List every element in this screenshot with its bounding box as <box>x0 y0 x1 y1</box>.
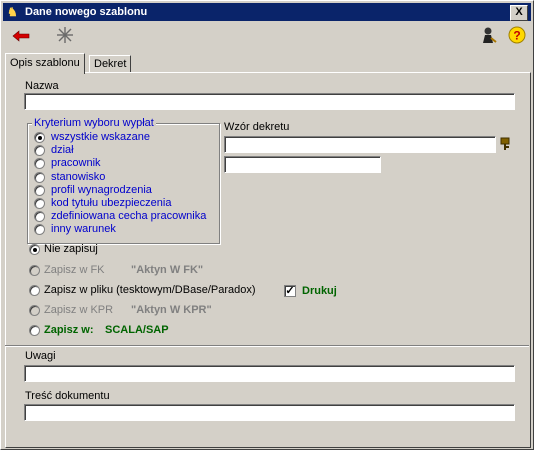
separator <box>5 345 529 347</box>
kryterium-option-label: kod tytułu ubezpieczenia <box>51 197 172 209</box>
radio-zapisz-kpr[interactable] <box>29 305 40 316</box>
drukuj-checkbox[interactable]: ✓ <box>284 285 296 297</box>
nazwa-label-text: Nazwa <box>25 80 59 92</box>
kryterium-radio[interactable] <box>34 184 45 196</box>
sparkle-icon[interactable] <box>53 26 77 48</box>
nazwa-label: Nazwa <box>25 80 59 92</box>
kryterium-radio[interactable] <box>34 171 45 183</box>
aktyn-kpr-note: "Aktyn W KPR" <box>131 304 212 316</box>
tresc-input[interactable] <box>24 404 515 421</box>
toolbar: ? <box>3 23 531 51</box>
radio-zapisz-fk[interactable] <box>29 265 40 276</box>
uwagi-label: Uwagi <box>25 350 56 362</box>
tab-opis-szablonu[interactable]: Opis szablonu <box>5 53 85 74</box>
window-title: Dane nowego szablonu <box>25 6 148 18</box>
kryterium-option-label: stanowisko <box>51 170 106 183</box>
kryterium-legend: Kryterium wyboru wypłat <box>32 117 156 129</box>
kryterium-option-label: wszystkie wskazane <box>51 131 151 143</box>
nie-zapisuj-label: Nie zapisuj <box>44 243 98 255</box>
zapisz-fk-label: Zapisz w FK <box>44 264 105 276</box>
wzor-dekretu-input-2[interactable] <box>224 156 381 173</box>
kryterium-option-label: pracownik <box>51 157 101 170</box>
drukuj-label: Drukuj <box>302 285 337 297</box>
back-arrow-icon[interactable] <box>9 26 33 48</box>
kryterium-option-label: inny warunek <box>51 223 116 236</box>
tresc-label: Treść dokumentu <box>25 390 110 402</box>
title-bar: ♞ Dane nowego szablonu X <box>3 3 531 21</box>
tab-strip: Opis szablonu Dekret <box>5 53 531 74</box>
lookup-icon[interactable] <box>499 137 513 151</box>
close-button[interactable]: X <box>510 5 528 21</box>
app-icon: ♞ <box>7 5 18 19</box>
dialog-window: ♞ Dane nowego szablonu X ? Opis szablonu… <box>0 0 534 450</box>
nazwa-input[interactable] <box>24 93 515 110</box>
wzor-dekretu-input[interactable] <box>224 136 496 153</box>
scala-sap-label: SCALA/SAP <box>105 324 169 336</box>
radio-zapisz-plik[interactable] <box>29 285 40 296</box>
wzor-label: Wzór dekretu <box>224 121 290 133</box>
aktyn-fk-note: "Aktyn W FK" <box>131 264 204 276</box>
kryterium-radio[interactable] <box>34 132 45 143</box>
radio-zapisz-scala[interactable] <box>29 325 40 336</box>
user-icon[interactable] <box>477 26 501 48</box>
zapisz-scala-prefix: Zapisz w: <box>44 324 94 336</box>
kryterium-option-label: zdefiniowana cecha pracownika <box>51 210 207 223</box>
uwagi-input[interactable] <box>24 365 515 382</box>
zapisz-plik-label: Zapisz w pliku (tesktowym/DBase/Paradox) <box>44 284 256 296</box>
svg-text:?: ? <box>513 29 520 43</box>
tab-dekret[interactable]: Dekret <box>89 55 132 73</box>
radio-nie-zapisuj[interactable] <box>29 244 40 255</box>
zapisz-kpr-label: Zapisz w KPR <box>44 304 114 316</box>
kryterium-option-label: dział <box>51 144 74 157</box>
help-icon[interactable]: ? <box>505 26 529 48</box>
kryterium-radio[interactable] <box>34 198 45 209</box>
kryterium-option-label: profil wynagrodzenia <box>51 183 152 196</box>
